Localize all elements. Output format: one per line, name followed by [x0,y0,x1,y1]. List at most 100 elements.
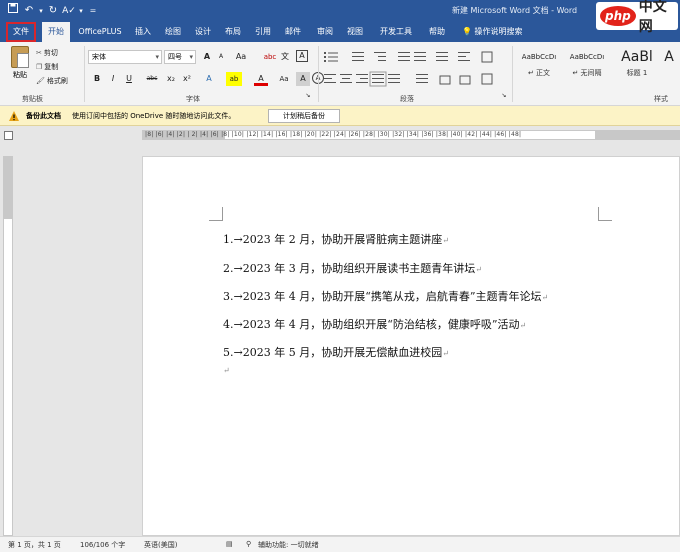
tab-officeplus[interactable]: OfficePLUS [74,22,126,42]
warning-icon [9,111,19,121]
schedule-backup-button[interactable]: 计划稍后备份 [268,109,340,123]
tab-home[interactable]: 开始 [42,22,70,42]
shrink-font-button[interactable]: A [214,50,228,64]
font-color-button[interactable]: A [254,72,268,86]
style-normal[interactable]: AaBbCcDı ↵ 正文 [516,46,562,78]
styles-group-label: 样式 [654,95,668,103]
tab-design[interactable]: 设计 [190,22,216,42]
dialog-launcher-icon[interactable]: ↘ [500,92,508,100]
list-item[interactable]: 2.→2023 年 3 月，协助组织开展读书主题青年讲坛↵ [223,260,482,276]
brush-icon: 🖌 [36,77,45,85]
tab-file[interactable]: 文件 [6,22,36,42]
list-item[interactable]: 3.→2023 年 4 月，协助开展“携笔从戎，启航青春”主题青年论坛↵ [223,288,548,304]
list-item[interactable]: 4.→2023 年 4 月，协助组织开展“防治结核，健康呼吸”活动↵ [223,316,526,332]
font-size-select[interactable]: 四号 [164,50,196,64]
dialog-launcher-icon[interactable]: ↘ [304,92,312,100]
language-indicator[interactable]: 英语(美国) [144,540,177,550]
chevron-down-icon[interactable]: ▾ [38,3,44,19]
undo-icon[interactable]: ↶ [22,3,36,19]
paragraph-mark: ↵ [442,236,449,245]
style-name: ↵ 无间隔 [572,69,602,77]
highlight-button[interactable]: ab [226,72,242,86]
vertical-ruler[interactable] [3,156,13,536]
style-name: ↵ 正文 [527,69,551,77]
title-bar: ↶ ▾ ↻ A✓ ▾ = 新建 Microsoft Word 文档 - Word [0,0,680,22]
save-icon[interactable] [6,3,20,19]
copy-icon: ❐ [36,63,43,71]
tab-insert[interactable]: 插入 [130,22,156,42]
tab-selector[interactable] [4,131,13,140]
bold-button[interactable]: B [90,72,104,86]
phonetic-guide-button[interactable]: 文 [278,50,292,64]
group-divider [84,46,85,102]
tab-mailings[interactable]: 邮件 [280,22,306,42]
font-group-label: 字体 [186,95,200,103]
style-sample: AaBbCcDı [521,53,557,61]
style-heading-2[interactable]: A [660,46,678,68]
list-item-text: 2.→2023 年 3 月，协助组织开展读书主题青年讲坛 [223,262,476,275]
tell-me-search[interactable]: 💡 操作说明搜索 [462,22,523,42]
paste-label: 粘贴 [13,71,27,79]
tab-view[interactable]: 视图 [342,22,368,42]
status-bar: 第 1 页，共 1 页 106/106 个字 英语(美国) ▤ ⚲ 辅助功能: … [0,536,680,552]
window-title: 新建 Microsoft Word 文档 - Word [452,6,578,15]
macro-record-icon[interactable]: ▤ [226,540,233,548]
italic-button[interactable]: I [106,72,120,86]
list-item-text: 5.→2023 年 5 月，协助开展无偿献血进校园 [223,346,443,359]
superscript-button[interactable]: x² [180,72,194,86]
style-name: 标题 1 [626,69,648,77]
enclose-characters-button[interactable]: Aa [276,72,292,86]
accessibility-icon[interactable]: ⚲ [246,540,251,548]
strikethrough-button[interactable]: abc [144,72,160,86]
copy-button[interactable]: ❐ 复制 [36,62,58,72]
info-bar-title: 备份此文档 [26,112,61,120]
page-count[interactable]: 第 1 页，共 1 页 [8,540,61,550]
paragraph-group-label: 段落 [400,95,414,103]
chevron-down-icon[interactable]: ▾ [78,3,84,19]
text-effects-button[interactable]: A [202,72,216,86]
tab-help[interactable]: 帮助 [424,22,450,42]
ribbon-tabs: 文件 开始 OfficePLUS 插入 绘图 设计 布局 引用 邮件 审阅 视图… [0,22,680,42]
document-page[interactable]: 1.→2023 年 2 月，协助开展肾脏病主题讲座↵ 2.→2023 年 3 月… [142,156,680,536]
scissors-icon: ✂ [36,49,42,57]
style-no-spacing[interactable]: AaBbCcDı ↵ 无间隔 [564,46,610,78]
tab-review[interactable]: 审阅 [312,22,338,42]
format-painter-button[interactable]: 🖌 格式刷 [36,76,68,86]
redo-icon[interactable]: ↻ [46,3,60,19]
clear-formatting-button[interactable]: abc [262,50,278,64]
crop-mark [598,207,612,221]
font-name-select[interactable]: 宋体 [88,50,162,64]
list-item-text: 1.→2023 年 2 月，协助开展肾脏病主题讲座 [223,233,443,246]
change-case-button[interactable]: Aa [232,50,250,64]
list-item[interactable]: 5.→2023 年 5 月，协助开展无偿献血进校园↵ [223,344,449,360]
paragraph-mark: ↵ [442,349,449,358]
word-count[interactable]: 106/106 个字 [80,540,125,550]
spelling-icon[interactable]: A✓ [62,3,76,19]
list-item-text: 4.→2023 年 4 月，协助组织开展“防治结核，健康呼吸”活动 [223,318,520,331]
ruler-numbers: |8| |6| |4| |2| | 2| |4| |6| |8| |10| |1… [145,131,522,138]
ribbon: 粘贴 ✂剪切 ❐复制 🖌格式刷 剪贴板 宋体 四号 A A Aa abc 文 A… [0,42,680,106]
list-item[interactable]: 1.→2023 年 2 月，协助开展肾脏病主题讲座↵ [223,231,449,247]
tell-me-label: 操作说明搜索 [474,27,523,36]
watermark-text: 中文网 [638,0,667,35]
grow-font-button[interactable]: A [200,50,214,64]
cut-button[interactable]: ✂ 剪切 [36,48,58,58]
style-sample: A [664,49,674,65]
style-sample: AaBbCcDı [569,53,605,61]
style-heading-1[interactable]: AaBl 标题 1 [614,46,660,78]
horizontal-ruler[interactable]: |8| |6| |4| |2| | 2| |4| |6| |8| |10| |1… [142,130,680,140]
tab-draw[interactable]: 绘图 [160,22,186,42]
tab-developer[interactable]: 开发工具 [374,22,418,42]
paste-button[interactable]: 粘贴 [6,46,34,80]
customize-qat-icon[interactable]: = [86,3,100,19]
underline-button[interactable]: U [122,72,136,86]
tab-references[interactable]: 引用 [250,22,276,42]
info-bar-message: 使用订阅中包括的 OneDrive 随时随地访问此文件。 [72,112,236,120]
subscript-button[interactable]: x₂ [164,72,178,86]
paragraph-mark: ↵ [519,321,527,330]
empty-paragraph[interactable]: ↵ [223,363,230,376]
character-border-button[interactable]: A [296,50,308,62]
tab-layout[interactable]: 布局 [220,22,246,42]
character-shading-button[interactable]: A [296,72,310,86]
accessibility-status[interactable]: 辅助功能: 一切就绪 [258,540,319,550]
